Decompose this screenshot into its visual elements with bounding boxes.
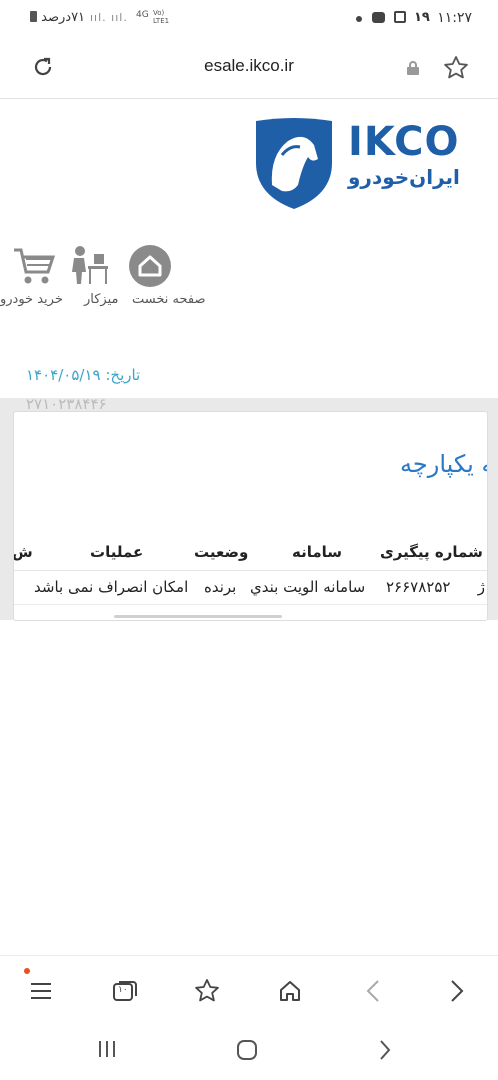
horizontal-scrollbar[interactable] xyxy=(114,615,282,618)
bookmarks-icon[interactable] xyxy=(190,974,224,1008)
browser-toolbar: esale.ikco.ir xyxy=(0,36,498,99)
col-tracking-header: شماره پیگیری xyxy=(380,543,483,561)
clock: ۱۱:۲۷ xyxy=(437,10,472,26)
nav-home-label[interactable]: صفحه نخست xyxy=(132,292,205,307)
cart-icon[interactable] xyxy=(12,244,56,288)
battery-indicator: ۷۱درصد xyxy=(28,10,85,25)
ikco-logo-shield xyxy=(252,115,336,211)
col-status-header: وضعیت xyxy=(194,543,249,561)
cell-system: سامانه الويت بندي xyxy=(250,578,366,596)
back-chevron-icon[interactable] xyxy=(356,974,390,1008)
battery-icon xyxy=(30,11,37,22)
desk-icon[interactable] xyxy=(66,244,110,288)
cell-status: برنده xyxy=(204,578,237,596)
gallery-icon xyxy=(394,11,406,23)
back-button-icon[interactable] xyxy=(378,1039,392,1061)
lock-icon[interactable] xyxy=(406,60,420,76)
orders-card: نه یکپارچه شماره پیگیری سامانه وضعیت عمل… xyxy=(13,411,488,621)
address-bar[interactable]: esale.ikco.ir xyxy=(0,56,498,76)
home-button-icon[interactable] xyxy=(236,1039,258,1061)
table-bottom-border xyxy=(14,604,487,605)
home-nav-icon[interactable] xyxy=(273,974,307,1008)
volte-icon: Vo) LTE1 xyxy=(153,9,170,25)
forward-chevron-icon[interactable] xyxy=(440,974,474,1008)
nav-buy-label[interactable]: خرید خودرو xyxy=(0,292,63,307)
calendar-day: ۱۹ xyxy=(414,10,430,25)
cell-action: امکان انصراف نمی باشد xyxy=(34,578,189,596)
browser-bottom-nav: ۱۰ xyxy=(0,955,498,1020)
bookmark-star-icon[interactable] xyxy=(442,54,470,82)
recent-apps-icon[interactable] xyxy=(97,1039,117,1059)
col-system-header: سامانه xyxy=(292,543,343,561)
brand-name: IKCO xyxy=(348,119,460,165)
date-label: تاریخ: ۱۴۰۴/۰۵/۱۹ xyxy=(26,366,141,384)
tabs-button[interactable]: ۱۰ xyxy=(108,974,142,1008)
col-extra-header: ش xyxy=(13,543,33,561)
cell-prefix: ژ xyxy=(477,578,485,596)
signal-icon: ııl. ııl. xyxy=(90,11,128,24)
cell-tracking: ۲۶۶۷۸۲۵۲ xyxy=(386,578,451,596)
system-nav-bar xyxy=(0,1019,498,1080)
battery-label: ۷۱درصد xyxy=(41,10,86,25)
tabs-count: ۱۰ xyxy=(118,985,128,995)
message-icon xyxy=(372,12,385,23)
status-bar: ۷۱درصد ııl. ııl. 4G Vo) LTE1 ۱۹ ۱۱:۲۷ xyxy=(0,0,498,36)
brand-subtitle: ایران‌خودرو xyxy=(348,165,460,189)
ikco-logo-text: IKCO ایران‌خودرو xyxy=(348,120,460,190)
table-row: ژ ۲۶۶۷۸۲۵۲ سامانه الويت بندي برنده امکان… xyxy=(14,571,487,604)
col-actions-header: عملیات xyxy=(90,543,144,561)
card-title: نه یکپارچه xyxy=(400,450,487,478)
network-type: 4G xyxy=(136,10,149,20)
home-icon[interactable] xyxy=(128,244,172,288)
dot-icon xyxy=(356,16,362,22)
menu-icon[interactable] xyxy=(24,974,58,1008)
nav-desk-label[interactable]: میزکار xyxy=(84,292,119,307)
